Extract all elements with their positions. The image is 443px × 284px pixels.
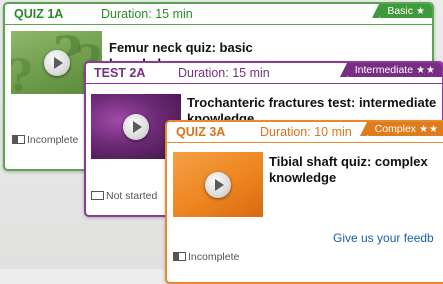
card-duration: Duration: 15 min	[178, 66, 270, 80]
star-icon: ★	[416, 6, 426, 17]
play-icon[interactable]	[123, 113, 149, 140]
status-label: Not started	[106, 190, 158, 202]
star-icon: ★★	[416, 65, 436, 76]
quiz-card-3a[interactable]: QUIZ 3A Duration: 10 min Complex ★★ Tibia…	[165, 120, 443, 284]
play-icon[interactable]	[43, 49, 70, 76]
card-duration: Duration: 10 min	[260, 125, 352, 139]
card-header: QUIZ 1A Duration: 15 min Basic ★	[5, 4, 432, 25]
level-badge: Basic ★	[372, 4, 432, 18]
video-thumbnail[interactable]	[173, 152, 263, 217]
feedback-link[interactable]: Give us your feedb	[333, 231, 434, 245]
card-code: QUIZ 1A	[14, 7, 64, 21]
level-label: Basic	[387, 5, 414, 17]
status-label: Incomplete	[27, 134, 79, 146]
status-label: Incomplete	[188, 251, 240, 263]
star-icon: ★★	[419, 124, 439, 135]
card-header: TEST 2A Duration: 15 min Intermediate ★★	[86, 63, 442, 84]
level-label: Intermediate	[354, 64, 414, 76]
incomplete-status-icon	[173, 252, 186, 261]
level-label: Complex	[374, 123, 417, 135]
question-mark-graphic: ?	[11, 51, 33, 94]
completion-status: Incomplete	[12, 134, 78, 146]
card-duration: Duration: 15 min	[101, 7, 193, 21]
card-title[interactable]: Tibial shaft quiz: complex knowledge	[269, 154, 443, 186]
card-code: TEST 2A	[94, 66, 146, 80]
card-code: QUIZ 3A	[176, 125, 226, 139]
incomplete-status-icon	[12, 135, 25, 144]
level-badge: Complex ★★	[359, 122, 443, 136]
card-header: QUIZ 3A Duration: 10 min Complex ★★	[167, 122, 443, 143]
completion-status: Not started	[91, 190, 157, 202]
play-icon[interactable]	[205, 171, 231, 198]
completion-status: Incomplete	[173, 251, 239, 263]
level-badge: Intermediate ★★	[339, 63, 442, 77]
not-started-status-icon	[91, 191, 104, 200]
